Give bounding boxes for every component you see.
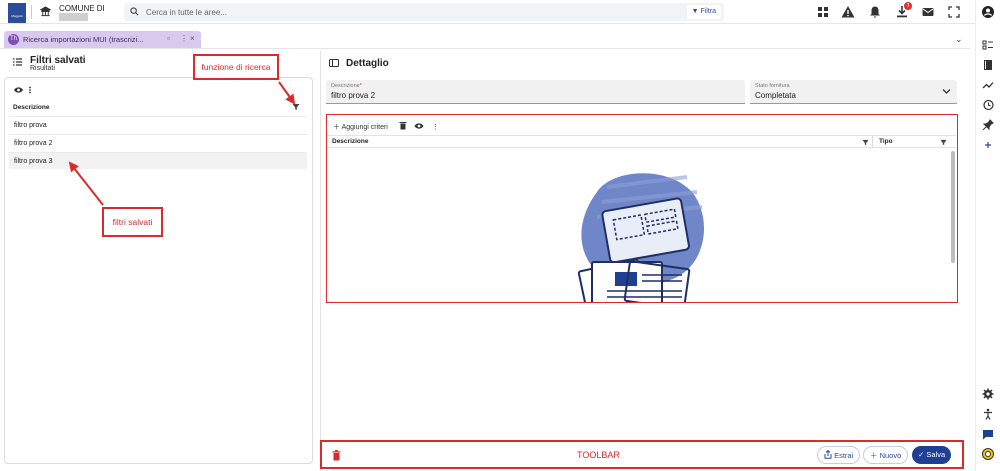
add-icon[interactable] bbox=[981, 138, 995, 152]
toolbar-label: TOOLBAR bbox=[577, 450, 620, 460]
column-filter-icon[interactable] bbox=[292, 103, 300, 111]
notifications-bell-icon[interactable] bbox=[867, 4, 883, 20]
trending-icon[interactable] bbox=[981, 78, 995, 92]
criteria-scrollbar[interactable] bbox=[951, 151, 955, 263]
chevron-down-icon bbox=[942, 89, 951, 94]
status-field-value: Completata bbox=[755, 91, 796, 100]
add-criteria-label: Aggiungi criteri bbox=[341, 124, 388, 131]
list-icon bbox=[13, 58, 22, 66]
save-button-label: Salva bbox=[926, 450, 946, 459]
list-checks-icon[interactable] bbox=[981, 38, 995, 52]
saved-filters-toolbar bbox=[14, 86, 31, 94]
required-mark: * bbox=[359, 83, 362, 89]
empty-state-illustration bbox=[577, 173, 704, 302]
search-icon bbox=[130, 7, 139, 16]
status-field-label: Stato fornitura bbox=[755, 83, 790, 89]
divider bbox=[31, 5, 32, 19]
new-button[interactable]: ＋ Nuovo bbox=[863, 446, 909, 464]
detail-panel-icon bbox=[329, 59, 339, 67]
pin-icon[interactable] bbox=[981, 118, 995, 132]
global-search[interactable]: Cerca in tutte le aree... ▼ Filtra bbox=[124, 3, 724, 21]
municipality-icon bbox=[40, 6, 51, 17]
filter-button[interactable]: ▼ Filtra bbox=[686, 5, 721, 19]
tab-bar: Th Ricerca importazioni MUI (trascrizi..… bbox=[0, 31, 970, 49]
criteria-table-header: Descrizione Tipo bbox=[327, 135, 956, 148]
add-criteria-button[interactable]: ＋ Aggiungi criteri bbox=[333, 124, 388, 131]
warning-icon[interactable] bbox=[840, 4, 856, 20]
extract-button-label: Estrai bbox=[834, 451, 854, 460]
new-button-label: Nuovo bbox=[879, 451, 902, 460]
extract-button[interactable]: Estrai bbox=[817, 446, 861, 464]
filter-button-label: Filtra bbox=[700, 8, 716, 15]
column-header-descrizione[interactable]: Descrizione bbox=[13, 104, 50, 111]
search-placeholder: Cerca in tutte le aree... bbox=[146, 8, 227, 17]
checkmark-icon: ✓ bbox=[918, 450, 925, 459]
logo-text: Maggioli bbox=[11, 14, 23, 18]
share-export-icon bbox=[824, 449, 832, 459]
tab-ricerca-importazioni[interactable]: Th Ricerca importazioni MUI (trascrizi..… bbox=[4, 31, 201, 48]
close-tab-icon[interactable]: × bbox=[190, 34, 195, 43]
column-header-descrizione[interactable]: Descrizione bbox=[332, 138, 369, 145]
description-field[interactable]: Descrizione* filtro prova 2 bbox=[326, 80, 745, 104]
tab-label: Ricerca importazioni MUI (trascrizi... bbox=[23, 35, 144, 44]
save-button[interactable]: ✓ Salva bbox=[912, 446, 952, 464]
plus-icon: ＋ bbox=[870, 451, 878, 460]
settings-gear-icon[interactable] bbox=[981, 387, 995, 401]
fullscreen-icon[interactable] bbox=[946, 4, 962, 20]
history-icon[interactable] bbox=[981, 98, 995, 112]
chat-icon[interactable] bbox=[981, 427, 995, 441]
mail-icon[interactable] bbox=[920, 4, 936, 20]
tab-more-icon[interactable]: ⋮ bbox=[180, 34, 188, 43]
visibility-eye-icon[interactable] bbox=[14, 87, 23, 93]
saved-filters-panel: Descrizione filtro prova filtro prova 2 … bbox=[4, 77, 313, 464]
saved-filter-row[interactable]: filtro prova 3 bbox=[9, 152, 307, 169]
delete-trash-icon[interactable] bbox=[332, 450, 341, 461]
criteria-toolbar: ＋ Aggiungi criteri ⋮ bbox=[333, 121, 439, 131]
pin-tab-icon[interactable]: ▫ bbox=[167, 34, 170, 43]
annotation-search-function: funzione di ricerca bbox=[193, 54, 279, 80]
criteria-grid: ＋ Aggiungi criteri ⋮ Descrizione Tipo bbox=[326, 114, 958, 303]
panel-divider bbox=[320, 51, 321, 471]
description-field-label: Descrizione* bbox=[331, 83, 362, 89]
saved-filters-subtitle: Risultati bbox=[30, 65, 55, 72]
column-header-tipo[interactable]: Tipo bbox=[879, 138, 893, 145]
visibility-eye-icon[interactable] bbox=[414, 122, 424, 130]
municipality-label: COMUNE DI bbox=[59, 4, 105, 13]
column-filter-icon[interactable] bbox=[862, 139, 869, 146]
tab-app-icon: Th bbox=[8, 34, 19, 45]
more-options-icon[interactable] bbox=[29, 86, 31, 94]
more-options-icon[interactable]: ⋮ bbox=[432, 124, 439, 131]
bottom-toolbar: TOOLBAR Estrai ＋ Nuovo ✓ Salva bbox=[320, 440, 964, 469]
status-dropdown[interactable]: Stato fornitura Completata bbox=[750, 80, 957, 104]
account-icon[interactable] bbox=[981, 5, 995, 19]
description-field-value: filtro prova 2 bbox=[331, 91, 376, 100]
saved-filter-row[interactable]: filtro prova bbox=[9, 116, 307, 133]
column-filter-icon[interactable] bbox=[940, 139, 947, 146]
municipality-name-redacted bbox=[59, 13, 88, 21]
book-icon[interactable] bbox=[981, 58, 995, 72]
description-label-text: Descrizione bbox=[331, 83, 360, 89]
maggioli-logo[interactable]: Maggioli bbox=[8, 3, 26, 23]
tabs-chevron-down-icon[interactable]: ⌄ bbox=[955, 34, 963, 45]
detail-title: Dettaglio bbox=[346, 58, 389, 69]
column-separator bbox=[872, 136, 873, 148]
download-count-badge: 3 bbox=[904, 2, 912, 10]
apps-grid-icon[interactable] bbox=[815, 4, 831, 20]
accessibility-icon[interactable] bbox=[981, 407, 995, 421]
right-rail bbox=[975, 0, 1000, 471]
top-bar: Maggioli COMUNE DI Cerca in tutte le are… bbox=[0, 0, 1000, 24]
saved-filter-row[interactable]: filtro prova 2 bbox=[9, 134, 307, 151]
delete-icon[interactable] bbox=[399, 121, 407, 130]
support-lifebuoy-icon[interactable] bbox=[981, 447, 995, 461]
annotation-saved-filters: filtri salvati bbox=[102, 207, 163, 237]
